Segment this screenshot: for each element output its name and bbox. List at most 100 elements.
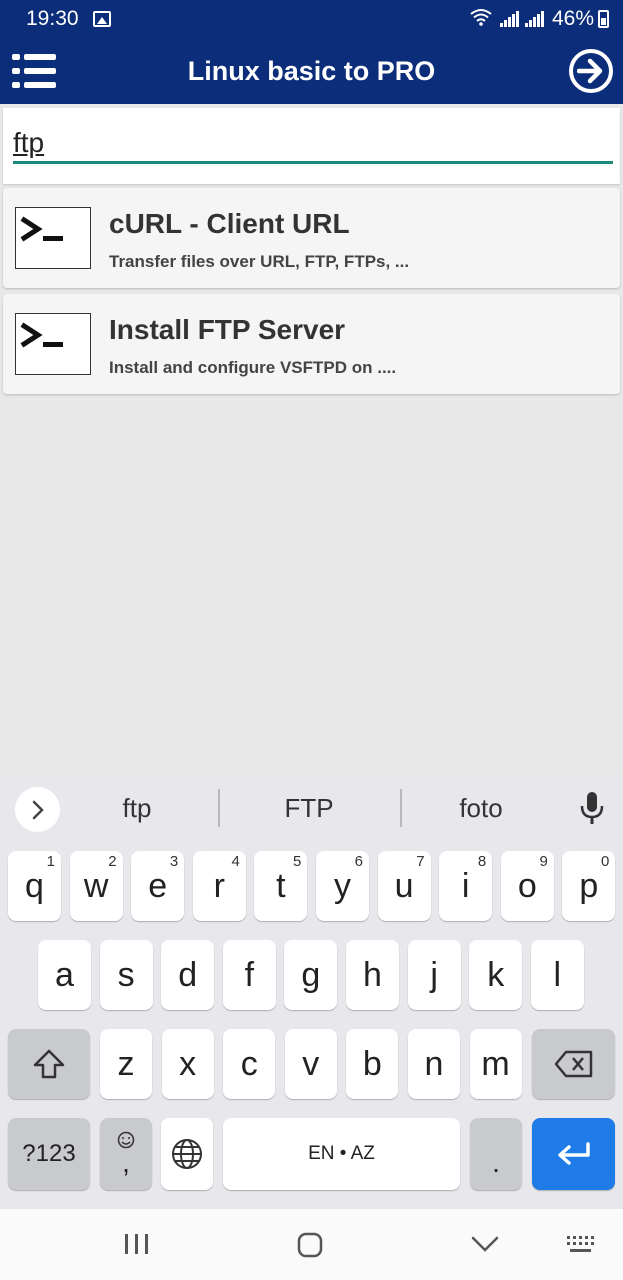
suggestion-3[interactable]: foto [406,793,556,824]
key-p[interactable]: p0 [562,851,616,921]
key-n[interactable]: n [408,1029,460,1099]
symbols-key[interactable]: ?123 [8,1118,90,1190]
results-list: cURL - Client URL Transfer files over UR… [3,188,620,400]
wifi-icon [470,8,492,31]
key-label: u [394,866,414,905]
search-box [3,108,620,184]
battery-icon [598,10,609,28]
key-number-hint: 5 [293,853,302,870]
list-item-subtitle: Install and configure VSFTPD on .... [109,358,397,377]
key-s[interactable]: s [99,940,153,1010]
list-item[interactable]: Install FTP Server Install and configure… [3,294,620,394]
key-label: y [334,866,351,905]
key-label: c [240,1044,258,1083]
suggestion-divider [400,789,402,827]
list-item[interactable]: cURL - Client URL Transfer files over UR… [3,188,620,288]
key-r[interactable]: r4 [192,851,246,921]
key-j[interactable]: j [407,940,461,1010]
period-key[interactable]: . [470,1118,522,1190]
key-label: w [83,866,109,905]
microphone-icon[interactable] [577,791,607,825]
globe-key[interactable] [161,1118,213,1190]
key-label: v [302,1044,320,1083]
backspace-key[interactable] [532,1029,615,1099]
search-input[interactable] [13,124,613,164]
key-number-hint: 9 [539,853,548,870]
key-label: b [362,1044,382,1083]
key-w[interactable]: w2 [69,851,123,921]
status-bar: 19:30 46% [0,0,623,38]
enter-icon [557,1142,590,1165]
key-label: z [117,1044,135,1083]
key-label: p [579,866,599,905]
key-l[interactable]: l [530,940,584,1010]
battery-percent: 46% [551,7,594,30]
key-label: q [25,866,44,905]
key-g[interactable]: g [284,940,338,1010]
back-chevron-down-icon[interactable] [471,1235,499,1258]
key-t[interactable]: t5 [254,851,308,921]
key-a[interactable]: a [38,940,91,1010]
key-label: g [301,955,321,994]
signal-icon-2 [524,11,544,27]
home-icon[interactable] [297,1232,323,1263]
key-b[interactable]: b [346,1029,399,1099]
space-key[interactable]: EN • AZ [223,1118,460,1190]
globe-icon [172,1139,202,1169]
status-time: 19:30 [26,7,79,30]
list-item-title: cURL - Client URL [109,208,350,239]
key-c[interactable]: c [223,1029,276,1099]
key-u[interactable]: u7 [377,851,431,921]
key-number-hint: 3 [169,853,179,870]
key-o[interactable]: o9 [500,851,554,921]
key-label: e [148,866,168,905]
key-f[interactable]: f [222,940,276,1010]
key-label: a [55,955,74,994]
app-bar: Linux basic to PRO [0,38,623,104]
image-notification-icon [92,11,111,27]
app-title: Linux basic to PRO [187,55,436,86]
key-label: l [553,955,562,994]
key-number-hint: 1 [46,853,55,870]
key-number-hint: 7 [416,853,425,870]
menu-list-icon[interactable] [12,54,56,88]
chevron-right-icon[interactable] [15,787,60,832]
shift-key[interactable] [8,1029,90,1099]
key-i[interactable]: i8 [439,851,493,921]
key-number-hint: 4 [231,853,240,870]
key-k[interactable]: k [469,940,523,1010]
key-label: h [363,955,382,994]
suggestion-1[interactable]: ftp [62,793,212,824]
keyboard: ftp FTP foto ?123 , EN • AZ . q1w2e3r4t5… [0,773,623,1209]
key-m[interactable]: m [469,1029,522,1099]
key-number-hint: 6 [354,853,363,870]
key-z[interactable]: z [100,1029,152,1099]
key-h[interactable]: h [346,940,399,1010]
key-x[interactable]: x [161,1029,214,1099]
arrow-right-circle-icon[interactable] [569,49,613,93]
suggestion-2[interactable]: FTP [234,793,384,824]
emoji-comma-key[interactable]: , [100,1118,152,1190]
key-e[interactable]: e3 [131,851,185,921]
comma-label: , [122,1147,130,1178]
key-label: j [430,955,438,994]
key-label: r [213,866,225,905]
key-number-hint: 0 [601,853,610,870]
recent-apps-icon[interactable] [124,1233,150,1260]
key-label: m [481,1044,510,1083]
enter-key[interactable] [532,1118,615,1190]
suggestion-bar: ftp FTP foto [0,773,623,843]
key-label: f [244,955,255,994]
list-item-subtitle: Transfer files over URL, FTP, FTPs, ... [109,252,410,271]
key-label: s [117,955,135,994]
key-y[interactable]: y6 [316,851,369,921]
key-q[interactable]: q1 [8,851,61,921]
key-label: n [424,1044,444,1083]
key-d[interactable]: d [161,940,215,1010]
signal-icon [499,11,519,27]
keyboard-hide-icon[interactable] [566,1235,596,1260]
suggestion-divider [218,789,220,827]
terminal-icon [15,313,91,375]
key-v[interactable]: v [284,1029,337,1099]
key-label: x [179,1044,197,1083]
